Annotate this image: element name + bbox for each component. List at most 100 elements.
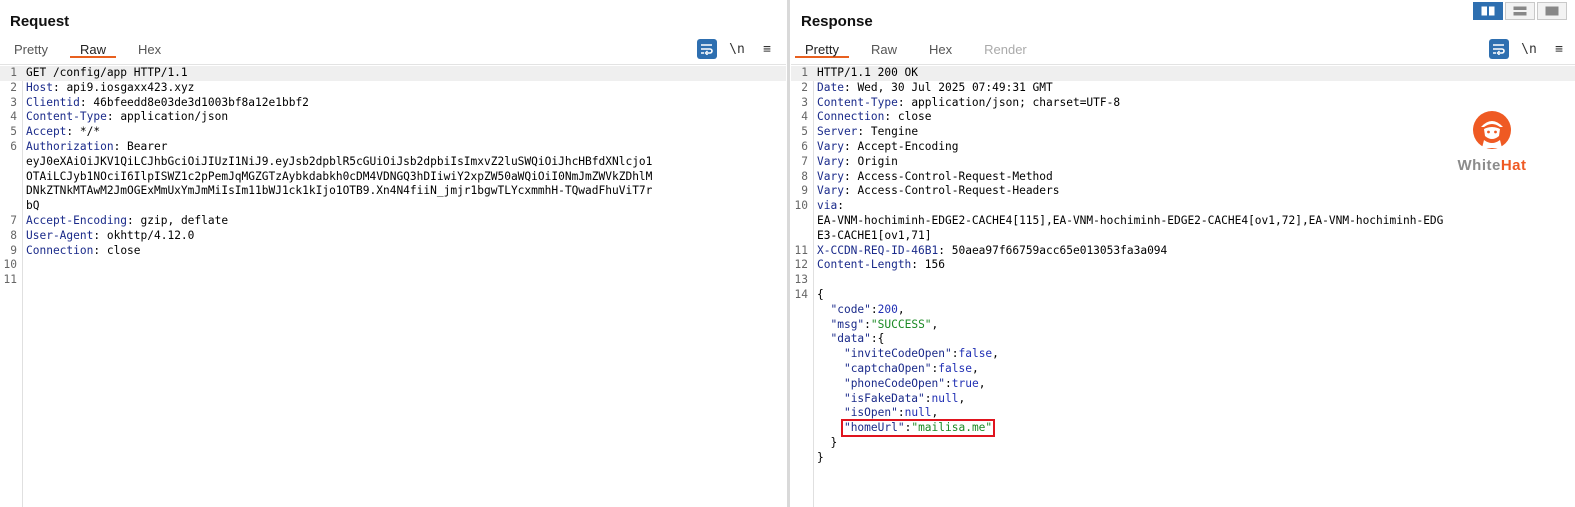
line-number: 5 <box>10 125 17 139</box>
json-punct: , <box>992 347 999 361</box>
request-tab-pretty[interactable]: Pretty <box>4 40 58 58</box>
code-line: OTAiLCJyb1NOciI6IlpISWZ1c2pPemJqMGZGTzAy… <box>0 170 786 185</box>
request-editor[interactable]: 1 GET /config/app HTTP/1.1 2 Host: api9.ios… <box>0 66 786 507</box>
code-line: E3-CACHE1[ov1,71] <box>791 229 1575 244</box>
json-punct: , <box>931 406 939 420</box>
request-pane: Request Pretty Raw Hex \n ≡ 1 GET /config/a… <box>0 0 786 507</box>
header-name: Accept <box>26 125 67 139</box>
request-title: Request <box>10 13 70 30</box>
show-newlines-button[interactable]: \n <box>1519 39 1539 59</box>
header-value: Tengine <box>864 125 919 139</box>
code-line: 7 Accept-Encoding: gzip, deflate <box>0 214 786 229</box>
layout-toggle <box>1471 2 1567 20</box>
header-colon: : <box>106 110 114 124</box>
json-punct <box>817 406 844 419</box>
code-line: 3 Content-Type: application/json; charset… <box>791 96 1575 111</box>
code-line: 10 <box>0 258 786 273</box>
response-tab-raw[interactable]: Raw <box>861 40 907 58</box>
json-line: "captchaOpen":false, <box>791 362 1575 377</box>
wrap-lines-button[interactable] <box>1489 39 1509 59</box>
pane-divider[interactable] <box>787 0 790 507</box>
header-name: X-CCDN-REQ-ID-46B1 <box>817 243 939 257</box>
header-name: Clientid <box>26 95 80 109</box>
header-name: Content-Length <box>817 258 912 272</box>
header-colon: : <box>127 213 134 227</box>
code-line: 8 User-Agent: okhttp/4.12.0 <box>0 229 786 244</box>
header-value: HTTP/1.1 200 OK <box>817 66 919 79</box>
header-value: OTAiLCJyb1NOciI6IlpISWZ1c2pPemJqMGZGTzAy… <box>26 169 653 183</box>
code-line: 11 <box>0 273 786 288</box>
line-number: 7 <box>10 213 17 227</box>
header-value: E3-CACHE1[ov1,71] <box>817 228 932 242</box>
json-key: "isFakeData" <box>843 391 925 405</box>
line-number: 11 <box>3 273 17 287</box>
header-value: 50aea97f66759acc65e013053fa3a094 <box>945 243 1168 257</box>
line-number: 10 <box>3 258 17 272</box>
json-line: "data":{ <box>791 332 1575 347</box>
line-number: 3 <box>10 95 17 109</box>
json-punct <box>817 347 844 360</box>
line-number: 1 <box>10 66 17 79</box>
header-value: Access-Control-Request-Headers <box>850 184 1060 198</box>
code-line: DNkZTNkMTAwM2JmOGExMmUxYmJmMiIsIm11bWJ1c… <box>0 184 786 199</box>
json-punct: : <box>870 302 878 316</box>
columns-icon <box>1481 6 1495 16</box>
json-line: "inviteCodeOpen":false, <box>791 347 1575 362</box>
header-value: okhttp/4.12.0 <box>100 228 195 242</box>
code-line: EA-VNM-hochiminh-EDGE2-CACHE4[115],EA-VN… <box>791 214 1575 229</box>
header-value: Wed, 30 Jul 2025 07:49:31 GMT <box>850 80 1053 94</box>
json-line: 14 { <box>791 288 1575 303</box>
json-literal: false <box>958 347 993 361</box>
header-name: Vary <box>817 154 844 168</box>
json-key: "phoneCodeOpen" <box>843 376 945 390</box>
response-pane: Response Pretty Raw Hex Render \n ≡ 1 HT… <box>791 0 1575 507</box>
layout-side-by-side-button[interactable] <box>1473 2 1503 20</box>
line-number: 4 <box>801 110 808 124</box>
header-value: api9.iosgaxx423.xyz <box>59 80 195 94</box>
header-name: Connection <box>26 243 94 257</box>
rows-icon <box>1513 6 1527 16</box>
json-literal: false <box>938 361 972 375</box>
request-tab-hex[interactable]: Hex <box>128 40 171 58</box>
show-newlines-button[interactable]: \n <box>727 39 747 59</box>
wrap-lines-button[interactable] <box>697 39 717 59</box>
header-value: close <box>891 110 932 124</box>
line-number: 14 <box>794 287 808 301</box>
header-colon: : <box>843 169 851 183</box>
response-title: Response <box>801 13 873 30</box>
json-punct: , <box>897 302 905 316</box>
line-number: 3 <box>801 95 808 109</box>
response-tab-hex[interactable]: Hex <box>919 40 962 58</box>
menu-icon[interactable]: ≡ <box>757 39 777 59</box>
wrap-lines-icon <box>1493 44 1505 55</box>
json-literal: null <box>931 391 959 405</box>
response-tab-pretty[interactable]: Pretty <box>795 40 849 58</box>
header-value: application/json; charset=UTF-8 <box>904 95 1121 109</box>
json-punct: , <box>971 361 979 375</box>
header-value: eyJ0eXAiOiJKV1QiLCJhbGciOiJIUzI1NiJ9.eyJ… <box>26 154 653 168</box>
layout-tabs-button[interactable] <box>1537 2 1567 20</box>
json-punct <box>817 421 844 434</box>
response-editor-top-border <box>791 64 1575 65</box>
json-key: "code" <box>830 302 871 316</box>
layout-top-bottom-button[interactable] <box>1505 2 1535 20</box>
header-value: Origin <box>850 154 898 168</box>
header-colon: : <box>843 184 851 198</box>
header-colon: : <box>52 80 60 94</box>
json-literal: true <box>951 376 979 390</box>
whitehat-hacker-icon <box>1473 111 1511 149</box>
header-name: Content-Type <box>26 110 107 124</box>
menu-icon[interactable]: ≡ <box>1549 39 1569 59</box>
header-name: User-Agent <box>26 228 94 242</box>
json-key: "data" <box>830 332 871 346</box>
code-line: 10 via: <box>791 199 1575 214</box>
json-key: "inviteCodeOpen" <box>843 347 952 361</box>
wrap-lines-icon <box>701 44 713 55</box>
request-code[interactable]: 1 GET /config/app HTTP/1.1 2 Host: api9.ios… <box>0 66 786 288</box>
code-line: 1 GET /config/app HTTP/1.1 <box>0 66 786 81</box>
json-punct: : <box>897 406 905 420</box>
header-value: Accept-Encoding <box>850 139 959 153</box>
json-key: "captchaOpen" <box>843 361 932 375</box>
json-punct: { <box>817 287 824 301</box>
request-tab-raw[interactable]: Raw <box>69 40 116 58</box>
